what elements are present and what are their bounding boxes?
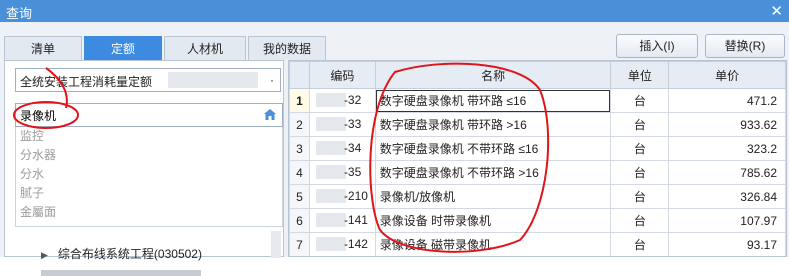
- price-cell: 933.62: [668, 112, 786, 137]
- suggestion-item[interactable]: 监控: [16, 127, 282, 146]
- partial-tree-node: [41, 270, 201, 276]
- name-cell[interactable]: 录像设备 磁带录像机: [374, 232, 612, 256]
- code-cell: -35: [308, 160, 376, 185]
- column-header-code[interactable]: 编码: [308, 61, 376, 89]
- table-row[interactable]: 2 -33 数字硬盘录像机 带环路 >16 台 933.62: [289, 112, 786, 137]
- expand-triangle-icon[interactable]: ▶: [41, 250, 48, 260]
- redacted-area: [315, 237, 346, 251]
- home-icon[interactable]: [262, 107, 278, 123]
- name-cell[interactable]: 数字硬盘录像机 不带环路 >16: [374, 160, 612, 185]
- close-icon[interactable]: ✕: [770, 2, 783, 20]
- tab-quota[interactable]: 定额: [84, 36, 162, 60]
- code-cell: -210: [308, 184, 376, 209]
- price-cell: 107.97: [668, 208, 786, 233]
- price-cell: 326.84: [668, 184, 786, 209]
- row-number: 2: [289, 112, 310, 137]
- results-table: 编码 名称 单位 单价 1 -32 数字硬盘录像机 带环路 ≤16 台 471.…: [289, 61, 786, 256]
- code-cell: -141: [308, 208, 376, 233]
- row-number: 6: [289, 208, 310, 233]
- name-cell[interactable]: 数字硬盘录像机 带环路 >16: [374, 112, 612, 137]
- price-cell: 93.17: [668, 232, 786, 256]
- row-number: 4: [289, 160, 310, 185]
- code-cell: -34: [308, 136, 376, 161]
- redacted-area: [315, 213, 346, 227]
- row-number: 5: [289, 184, 310, 209]
- name-cell[interactable]: 录像设备 时带录像机: [374, 208, 612, 233]
- quota-library-select[interactable]: 全统安装工程消耗量定额 ·: [15, 68, 281, 92]
- table-row[interactable]: 7 -142 录像设备 磁带录像机 台 93.17: [289, 232, 786, 256]
- redacted-area: [315, 165, 346, 179]
- code-cell: -33: [308, 112, 376, 137]
- unit-cell: 台: [610, 232, 670, 256]
- suggestion-item[interactable]: 分水: [16, 165, 282, 184]
- price-cell: 323.2: [668, 136, 786, 161]
- suggestion-list: 监控 分水器 分水 腻子 金屬面: [15, 127, 283, 227]
- search-field[interactable]: [15, 103, 283, 127]
- unit-cell: 台: [610, 160, 670, 185]
- redacted-area: [315, 141, 346, 155]
- scrollbar[interactable]: [271, 231, 281, 258]
- left-panel: 全统安装工程消耗量定额 · 监控 分水器 分水 腻子 金屬面 ▶ 综合布线系统工程…: [4, 60, 284, 276]
- tree-node-label: 综合布线系统工程(030502): [57, 247, 202, 261]
- column-header-name[interactable]: 名称: [374, 61, 612, 89]
- table-row[interactable]: 3 -34 数字硬盘录像机 不带环路 ≤16 台 323.2: [289, 136, 786, 161]
- quota-library-value: 全统安装工程消耗量定额: [20, 75, 153, 89]
- table-row[interactable]: 5 -210 录像机/放像机 台 326.84: [289, 184, 786, 209]
- redacted-area: [315, 189, 346, 203]
- redacted-area: [168, 72, 258, 88]
- redacted-area: [315, 93, 346, 107]
- price-cell: 785.62: [668, 160, 786, 185]
- tree-node[interactable]: ▶ 综合布线系统工程(030502): [41, 245, 202, 262]
- unit-cell: 台: [610, 88, 670, 113]
- corner-cell: [289, 61, 310, 89]
- code-cell: -142: [308, 232, 376, 256]
- table-row[interactable]: 4 -35 数字硬盘录像机 不带环路 >16 台 785.62: [289, 160, 786, 185]
- row-number: 7: [289, 232, 310, 256]
- results-grid: 编码 名称 单位 单价 1 -32 数字硬盘录像机 带环路 ≤16 台 471.…: [288, 60, 787, 257]
- unit-cell: 台: [610, 112, 670, 137]
- search-input[interactable]: [20, 106, 250, 124]
- column-header-unit[interactable]: 单位: [610, 61, 670, 89]
- header-row: 编码 名称 单位 单价: [289, 61, 786, 89]
- table-row[interactable]: 6 -141 录像设备 时带录像机 台 107.97: [289, 208, 786, 233]
- suggestion-item[interactable]: 金屬面: [16, 203, 282, 222]
- title-bar: 查询 ✕: [0, 0, 789, 22]
- window-title: 查询: [6, 6, 33, 21]
- name-cell[interactable]: 数字硬盘录像机 不带环路 ≤16: [374, 136, 612, 161]
- dropdown-arrow-icon[interactable]: ·: [270, 73, 274, 87]
- table-row[interactable]: 1 -32 数字硬盘录像机 带环路 ≤16 台 471.2: [289, 88, 786, 113]
- code-cell: -32: [308, 88, 376, 113]
- row-number: 3: [289, 136, 310, 161]
- tab-my-data[interactable]: 我的数据: [248, 36, 326, 60]
- dialog-body: 清单 定额 人材机 我的数据 插入(I) 替换(R) 全统安装工程消耗量定额 ·…: [0, 22, 789, 276]
- suggestion-item[interactable]: 腻子: [16, 184, 282, 203]
- name-cell[interactable]: 数字硬盘录像机 带环路 ≤16: [374, 88, 612, 113]
- insert-button[interactable]: 插入(I): [616, 34, 698, 58]
- redacted-area: [315, 117, 346, 131]
- unit-cell: 台: [610, 208, 670, 233]
- tab-list[interactable]: 清单: [4, 36, 82, 60]
- tab-labor-material-machine[interactable]: 人材机: [164, 36, 246, 60]
- price-cell: 471.2: [668, 88, 786, 113]
- suggestion-item[interactable]: 分水器: [16, 146, 282, 165]
- row-number: 1: [289, 88, 310, 113]
- unit-cell: 台: [610, 184, 670, 209]
- replace-button[interactable]: 替换(R): [705, 34, 785, 58]
- column-header-price[interactable]: 单价: [668, 61, 786, 89]
- name-cell[interactable]: 录像机/放像机: [374, 184, 612, 209]
- unit-cell: 台: [610, 136, 670, 161]
